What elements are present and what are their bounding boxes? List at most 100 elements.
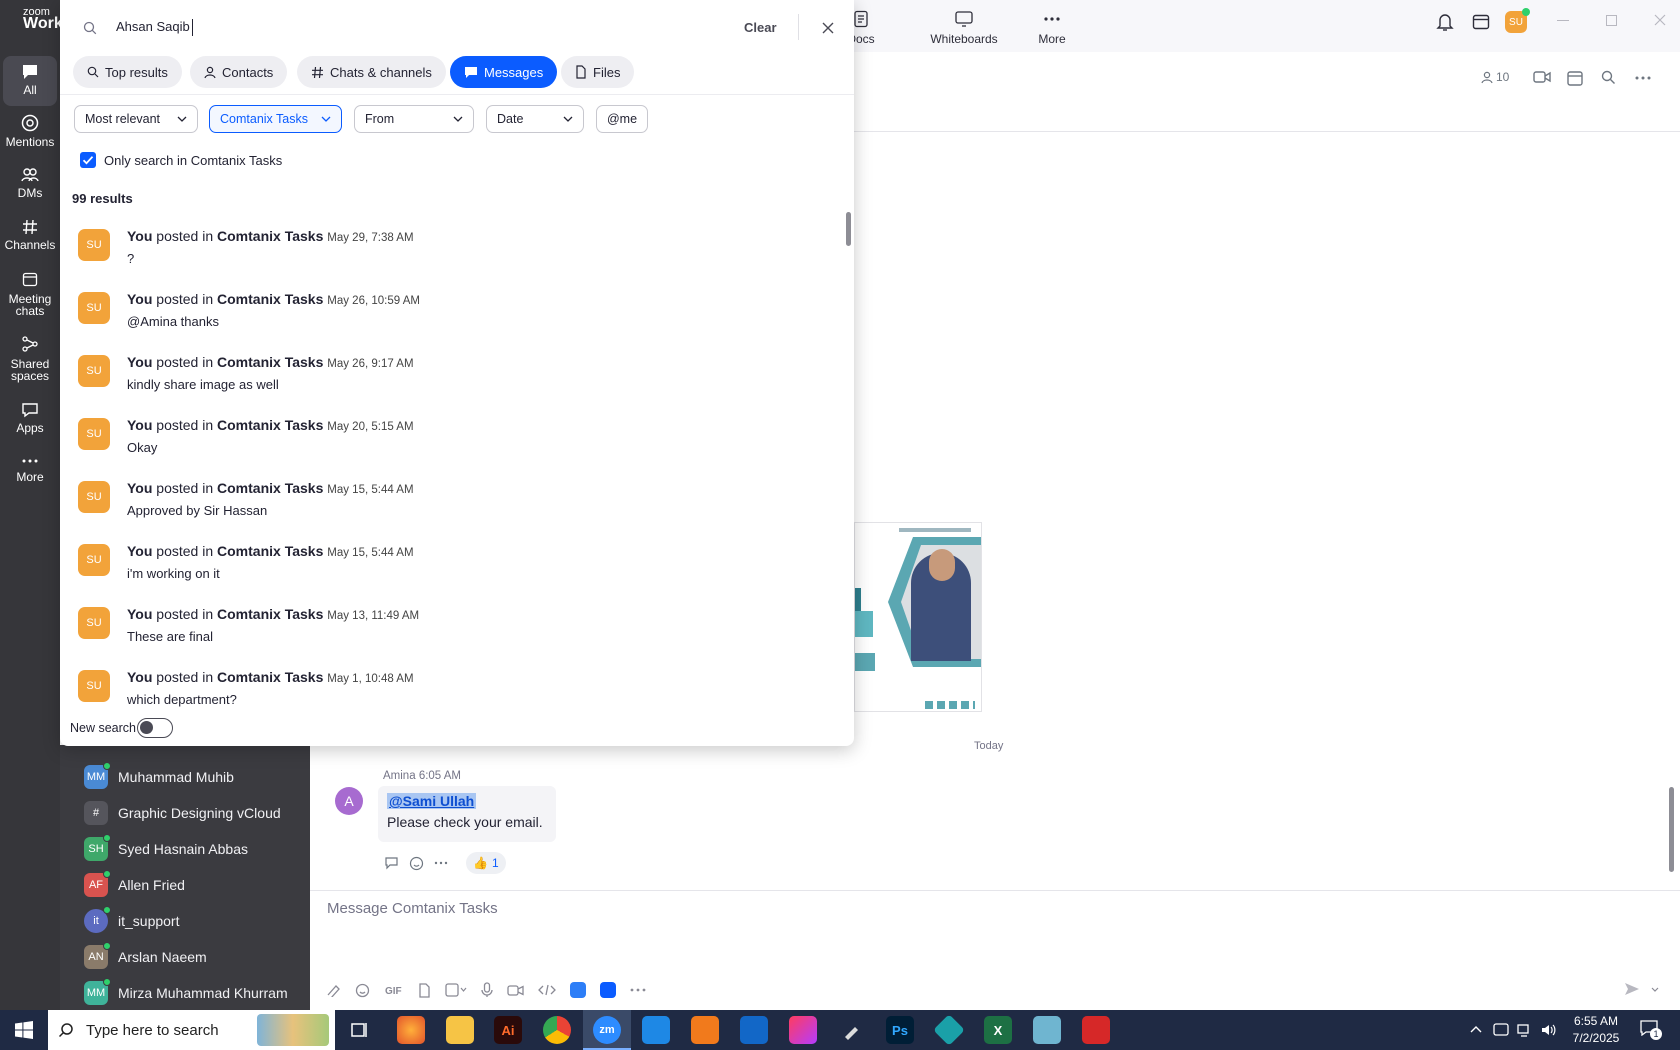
file-icon[interactable]	[418, 982, 431, 998]
outlook-icon[interactable]	[740, 1016, 768, 1044]
emoji-icon[interactable]	[409, 856, 424, 871]
more-dots-icon[interactable]	[434, 860, 448, 866]
nav-meeting-chats[interactable]: Meeting chats	[0, 271, 60, 317]
calendar-icon[interactable]	[1472, 13, 1490, 31]
profile-avatar[interactable]: SU	[1505, 8, 1530, 33]
mentions-me-filter[interactable]: @me	[596, 105, 648, 133]
search-input[interactable]: Ahsan Saqib	[116, 19, 193, 36]
composer-input[interactable]: Message Comtanix Tasks	[327, 900, 498, 917]
mention-link[interactable]: @Sami Ullah	[387, 793, 477, 809]
notepad-icon[interactable]	[1033, 1016, 1061, 1044]
channel-filter-dropdown[interactable]: Comtanix Tasks	[209, 105, 342, 133]
maximize-icon[interactable]	[1606, 15, 1617, 26]
message-bubble[interactable]: @Sami Ullah Please check your email.	[378, 786, 556, 842]
reply-icon[interactable]	[384, 856, 399, 870]
nav-channels[interactable]: Channels	[0, 219, 60, 252]
tab-chats-channels[interactable]: Chats & channels	[297, 56, 446, 88]
nav-shared-spaces[interactable]: Shared spaces	[0, 336, 60, 382]
more-button[interactable]: More	[1027, 10, 1077, 46]
nav-dms[interactable]: DMs	[0, 167, 60, 200]
channel-item[interactable]: MM Muhammad Muhib	[84, 762, 234, 792]
close-window-icon[interactable]	[1654, 14, 1666, 26]
tab-files[interactable]: Files	[561, 56, 635, 88]
send-icon[interactable]	[1624, 982, 1640, 996]
chat-scrollbar[interactable]	[1669, 787, 1674, 872]
zoom-taskbar-active[interactable]: zm	[583, 1010, 631, 1050]
format-icon[interactable]	[326, 983, 341, 997]
pen-tool-icon[interactable]	[842, 1020, 862, 1040]
minimize-icon[interactable]	[1557, 20, 1569, 21]
tray-app-icon[interactable]	[1493, 1022, 1509, 1038]
clear-button[interactable]: Clear	[744, 20, 777, 35]
search-icon[interactable]	[1601, 70, 1616, 85]
channel-item[interactable]: it it_support	[84, 906, 179, 936]
app-icon[interactable]	[570, 982, 586, 998]
search-result[interactable]: SU You posted in Comtanix Tasks May 15, …	[78, 540, 798, 598]
message-author[interactable]: Amina	[383, 770, 416, 782]
new-search-toggle[interactable]	[137, 718, 173, 738]
nav-apps[interactable]: Apps	[0, 402, 60, 435]
channel-item[interactable]: AF Allen Fried	[84, 870, 185, 900]
chevron-down-icon[interactable]	[1651, 987, 1659, 993]
app-diamond-icon[interactable]	[933, 1014, 965, 1046]
channel-item[interactable]: SH Syed Hasnain Abbas	[84, 834, 248, 864]
photoshop-icon[interactable]: Ps	[886, 1016, 914, 1044]
more-dots-icon[interactable]	[1635, 70, 1651, 86]
bell-icon[interactable]	[1436, 12, 1454, 32]
search-result[interactable]: SU You posted in Comtanix Tasks May 15, …	[78, 477, 798, 535]
search-result[interactable]: SU You posted in Comtanix Tasks May 20, …	[78, 414, 798, 472]
reaction-chip[interactable]: 👍 1	[466, 852, 506, 874]
file-explorer-icon[interactable]	[446, 1016, 474, 1044]
gif-icon[interactable]: GIF	[384, 984, 404, 996]
windows-start-icon[interactable]	[15, 1021, 33, 1039]
nav-mentions[interactable]: Mentions	[0, 114, 60, 149]
taskbar-search-box[interactable]: Type here to search	[48, 1010, 335, 1050]
participants-button[interactable]: 10	[1481, 70, 1509, 84]
video-message-icon[interactable]	[507, 984, 524, 997]
microphone-icon[interactable]	[481, 982, 493, 998]
only-search-checkbox[interactable]	[80, 152, 96, 168]
close-icon[interactable]	[822, 22, 834, 34]
video-icon[interactable]	[1533, 70, 1551, 84]
more-dots-icon[interactable]	[630, 987, 646, 993]
shared-image[interactable]	[854, 522, 982, 712]
network-icon[interactable]	[1517, 1022, 1533, 1038]
xampp-icon[interactable]	[691, 1016, 719, 1044]
sort-dropdown[interactable]: Most relevant	[74, 105, 198, 133]
whiteboards-button[interactable]: Whiteboards	[920, 10, 1008, 46]
volume-icon[interactable]	[1540, 1022, 1556, 1038]
firefox-icon[interactable]	[397, 1016, 425, 1044]
nav-all[interactable]: All	[3, 56, 57, 106]
tab-contacts[interactable]: Contacts	[190, 56, 288, 88]
search-result[interactable]: SU You posted in Comtanix Tasks May 26, …	[78, 288, 798, 346]
app-icon[interactable]	[600, 982, 616, 998]
date-filter-dropdown[interactable]: Date	[486, 105, 584, 133]
chrome-icon[interactable]	[543, 1016, 571, 1044]
channel-item[interactable]: # Graphic Designing vCloud	[84, 798, 281, 828]
search-result[interactable]: SU You posted in Comtanix Tasks May 26, …	[78, 351, 798, 409]
channel-item[interactable]: AN Arslan Naeem	[84, 942, 207, 972]
code-icon[interactable]	[538, 984, 556, 996]
message-avatar[interactable]: A	[335, 787, 363, 815]
chevron-up-icon[interactable]	[1470, 1025, 1482, 1033]
search-result[interactable]: SU You posted in Comtanix Tasks May 13, …	[78, 603, 798, 661]
excel-icon[interactable]: X	[984, 1016, 1012, 1044]
channel-item[interactable]: MM Mirza Muhammad Khurram	[84, 978, 288, 1008]
screenshot-icon[interactable]	[445, 983, 467, 997]
tab-messages[interactable]: Messages	[450, 56, 558, 88]
search-result[interactable]: SU You posted in Comtanix Tasks May 29, …	[78, 225, 798, 283]
emoji-icon[interactable]	[355, 983, 370, 998]
task-view-icon[interactable]	[350, 1020, 370, 1040]
taskbar-clock[interactable]: 6:55 AM 7/2/2025	[1566, 1013, 1626, 1047]
creative-cloud-icon[interactable]	[789, 1016, 817, 1044]
illustrator-icon[interactable]: Ai	[494, 1016, 522, 1044]
results-scrollbar[interactable]	[846, 212, 851, 246]
search-result[interactable]: SU You posted in Comtanix Tasks May 1, 1…	[78, 666, 798, 724]
vscode-icon[interactable]	[642, 1016, 670, 1044]
notification-center[interactable]: 1	[1640, 1020, 1662, 1040]
calendar-icon[interactable]	[1567, 70, 1583, 86]
tab-top-results[interactable]: Top results	[73, 56, 182, 88]
nav-more[interactable]: More	[0, 455, 60, 484]
from-filter-dropdown[interactable]: From	[354, 105, 474, 133]
snipping-tool-icon[interactable]	[1082, 1016, 1110, 1044]
